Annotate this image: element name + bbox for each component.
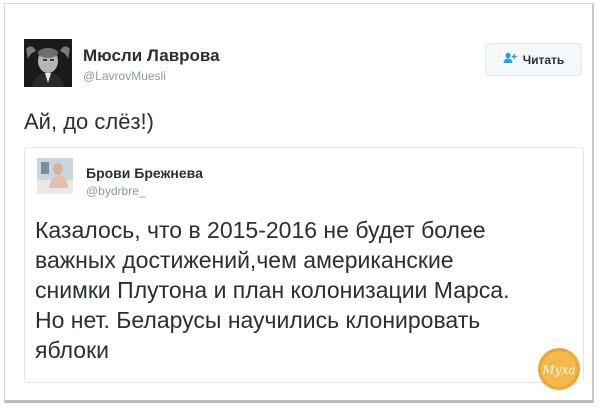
author-handle[interactable]: @LavrovMuesli: [83, 69, 166, 83]
quoted-text-line: Но нет. Беларусы научились клонировать: [35, 307, 481, 333]
quoted-author-avatar[interactable]: [37, 158, 73, 194]
quoted-text-line: яблоки: [35, 337, 109, 363]
quoted-text-line: Казалось, что в 2015-2016 не будет более: [35, 217, 486, 243]
watermark-logo: Муха: [537, 347, 581, 391]
quoted-tweet-text: Казалось, что в 2015-2016 не будет более…: [35, 215, 580, 365]
quoted-author-name[interactable]: Брови Брежнева: [86, 165, 203, 181]
tweet-card: Мюсли Лаврова @LavrovMuesli Читать Ай, д…: [4, 3, 594, 403]
follow-button-label: Читать: [522, 52, 565, 67]
author-avatar-image: [24, 39, 72, 87]
quoted-tweet[interactable]: Брови Брежнева @bydrbre_ Казалось, что в…: [24, 147, 584, 383]
author-avatar[interactable]: [24, 39, 72, 87]
author-name[interactable]: Мюсли Лаврова: [83, 46, 220, 66]
quoted-text-line: важных достижений,чем американские: [35, 247, 454, 273]
quoted-author-avatar-image: [37, 158, 73, 194]
quoted-text-line: снимки Плутона и план колонизации Марса.: [35, 277, 510, 303]
add-user-icon: [503, 52, 517, 67]
follow-button[interactable]: Читать: [485, 43, 582, 76]
quoted-author-handle[interactable]: @bydrbre_: [86, 184, 146, 198]
tweet-text: Ай, до слёз!): [24, 109, 154, 134]
watermark-text: Муха: [541, 363, 575, 377]
